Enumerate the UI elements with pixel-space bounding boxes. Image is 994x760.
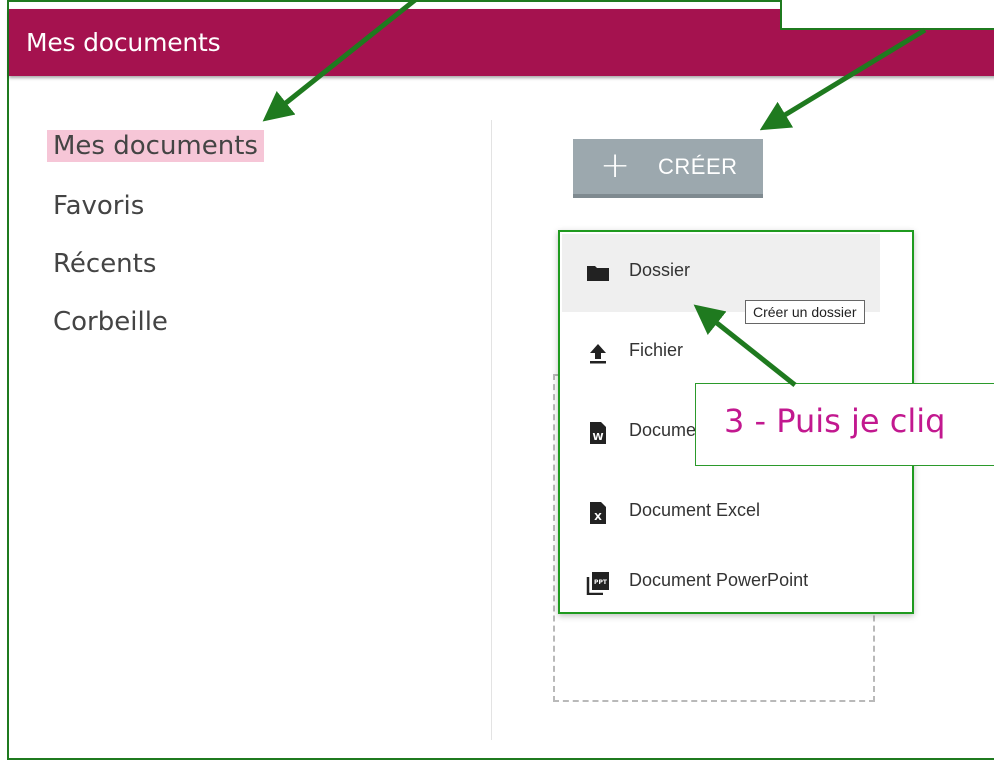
plus-icon: + (600, 145, 631, 186)
annotation-callout-text: 3 - Puis je cliq (724, 402, 946, 440)
upload-icon (590, 344, 606, 364)
menu-item-document-powerpoint[interactable]: PPT Document PowerPoint (562, 544, 880, 622)
annotation-callout-top (780, 0, 994, 30)
sidebar-item-corbeille[interactable]: Corbeille (47, 306, 174, 338)
folder-icon (587, 266, 609, 281)
sidebar-item-mes-documents[interactable]: Mes documents (47, 130, 264, 162)
word-doc-icon: W (590, 422, 606, 444)
menu-item-fichier[interactable]: Fichier (562, 314, 880, 392)
menu-item-label: Document PowerPoint (629, 570, 809, 590)
panel-divider (491, 120, 492, 740)
menu-item-label: Document Excel (629, 500, 761, 520)
create-button-label: CRÉER (658, 154, 738, 179)
svg-text:W: W (592, 432, 603, 443)
powerpoint-doc-icon: PPT (586, 572, 609, 595)
svg-text:X: X (594, 512, 602, 523)
excel-doc-icon: X (590, 502, 606, 524)
menu-item-document-excel[interactable]: X Document Excel (562, 474, 880, 552)
sidebar-item-favoris[interactable]: Favoris (47, 190, 150, 222)
menu-item-label: Dossier (629, 260, 691, 280)
annotation-callout: 3 - Puis je cliq (695, 383, 994, 466)
svg-text:PPT: PPT (594, 579, 608, 586)
tooltip-create-folder: Créer un dossier (745, 300, 865, 324)
create-button[interactable]: + CRÉER (573, 139, 763, 198)
page-title: Mes documents (26, 28, 221, 57)
menu-item-label: Fichier (629, 340, 684, 360)
sidebar-item-recents[interactable]: Récents (47, 248, 162, 280)
